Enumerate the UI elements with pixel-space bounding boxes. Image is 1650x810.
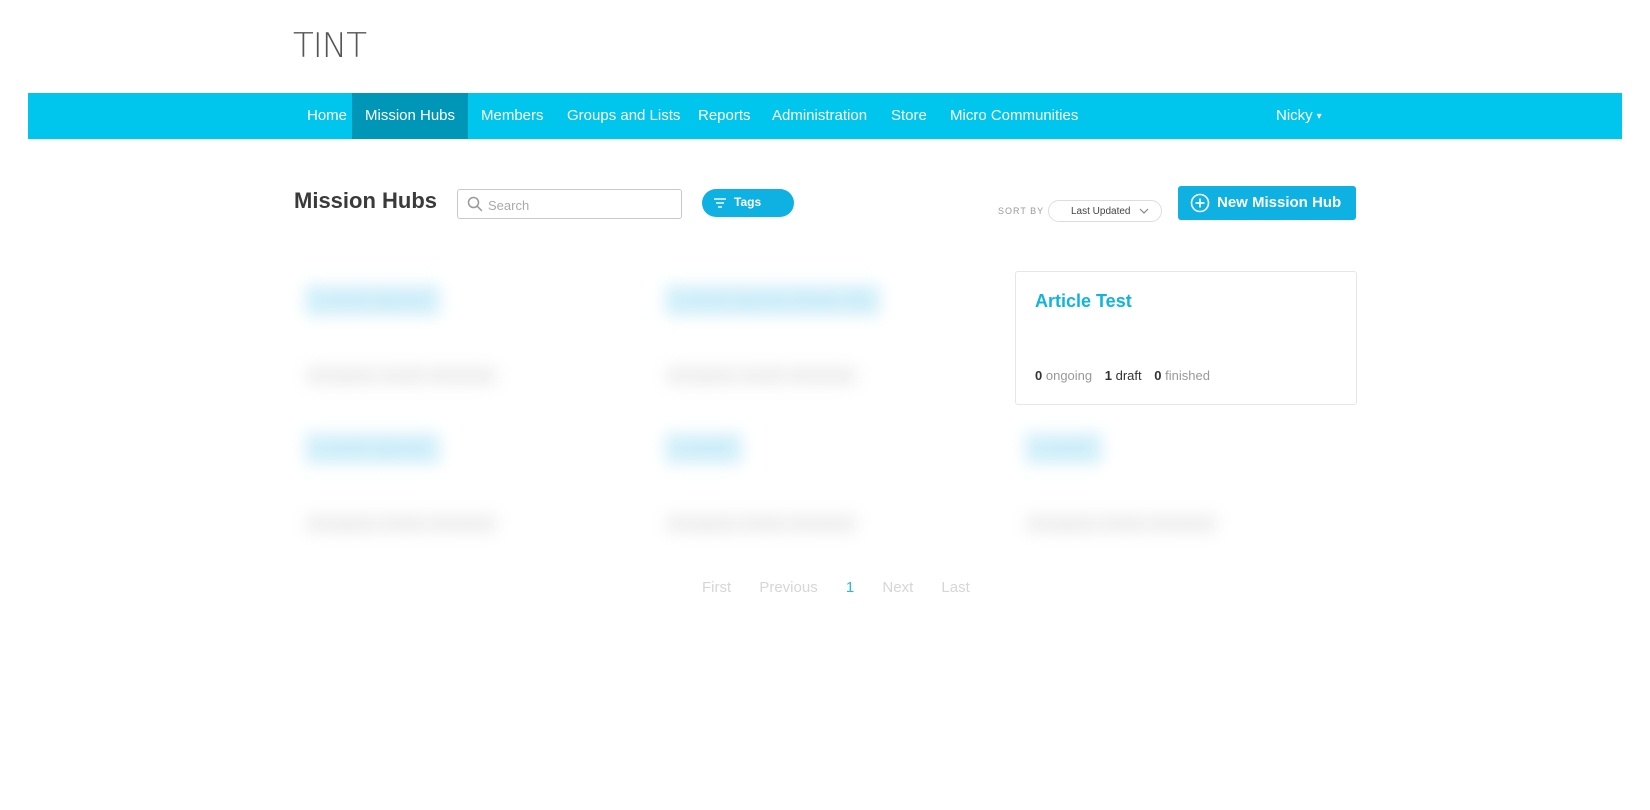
sort-by-label: SORT BY	[998, 206, 1045, 216]
tags-label: Tags	[734, 195, 762, 209]
draft-count: 1	[383, 368, 391, 383]
draft-count: 1	[1103, 516, 1111, 531]
draft-label: draft	[754, 368, 781, 383]
hub-stats: 0 ongoing 1 draft 0 finished	[1024, 512, 1219, 535]
pagination: First Previous 1 Next Last	[702, 579, 994, 596]
ongoing-count: 0	[674, 368, 682, 383]
hub-card[interactable]: Lorem Ipsum Dolor Sit 0 ongoing 1 draft …	[656, 272, 996, 405]
hub-title[interactable]: Lorem Ipsum	[304, 284, 442, 317]
pagination-page-current[interactable]: 1	[846, 579, 854, 596]
draft-label: draft	[394, 516, 421, 531]
search-icon	[467, 196, 483, 212]
nav-item-store[interactable]: Store	[878, 93, 940, 139]
hub-card[interactable]: Lorem Ipsum 0 ongoing 1 draft 0 finished	[296, 272, 636, 405]
hub-card[interactable]: Lorem 0 ongoing 1 draft 0 finished	[656, 420, 996, 553]
page-title: Mission Hubs	[294, 188, 438, 213]
nav-item-administration[interactable]: Administration	[759, 93, 880, 139]
hub-title[interactable]: Lorem Ipsum Dolor Sit	[664, 284, 882, 317]
finished-label: finished	[1164, 516, 1209, 531]
draft-count: 1	[743, 368, 751, 383]
ongoing-label: ongoing	[684, 368, 732, 383]
nav-item-home[interactable]: Home	[294, 93, 360, 139]
nav-item-mission-hubs[interactable]: Mission Hubs	[352, 93, 469, 139]
draft-label: draft	[1115, 368, 1142, 383]
draft-label: draft	[1114, 516, 1141, 531]
caret-down-icon: ▾	[1316, 111, 1322, 122]
nav-item-members[interactable]: Members	[468, 93, 557, 139]
app-logo[interactable]: TINT	[293, 26, 367, 66]
draft-count: 1	[743, 516, 751, 531]
pagination-last[interactable]: Last	[941, 579, 969, 596]
finished-label: finished	[444, 368, 489, 383]
filter-icon	[714, 198, 726, 208]
ongoing-label: ongoing	[324, 516, 372, 531]
nav-item-reports[interactable]: Reports	[685, 93, 764, 139]
draft-count: 1	[1104, 368, 1112, 383]
new-mission-hub-label: New Mission Hub	[1217, 194, 1342, 211]
finished-count: 0	[433, 516, 441, 531]
pagination-next[interactable]: Next	[882, 579, 913, 596]
ongoing-label: ongoing	[324, 368, 372, 383]
pagination-first[interactable]: First	[702, 579, 731, 596]
ongoing-count: 0	[674, 516, 682, 531]
draft-label: draft	[394, 368, 421, 383]
finished-count: 0	[793, 516, 801, 531]
search-box[interactable]	[457, 189, 682, 220]
ongoing-count: 0	[1034, 516, 1042, 531]
hub-card[interactable]: Lorem Ipsum 0 ongoing 1 draft 0 finished	[296, 420, 636, 553]
nav-item-micro-communities[interactable]: Micro Communities	[937, 93, 1091, 139]
finished-count: 0	[1154, 368, 1162, 383]
finished-count: 0	[433, 368, 441, 383]
hub-card-article-test[interactable]: Article Test 0 ongoing 1 draft 0 finishe…	[1015, 271, 1357, 405]
hub-stats: 0 ongoing 1 draft 0 finished	[1035, 368, 1210, 383]
pagination-previous[interactable]: Previous	[759, 579, 817, 596]
ongoing-count: 0	[1035, 368, 1043, 383]
finished-label: finished	[804, 368, 849, 383]
ongoing-label: ongoing	[1044, 516, 1092, 531]
hub-card[interactable]: Lorem 0 ongoing 1 draft 0 finished	[1016, 420, 1356, 553]
finished-label: finished	[444, 516, 489, 531]
chevron-down-icon	[1139, 208, 1149, 214]
user-menu[interactable]: Nicky ▾	[1263, 93, 1335, 139]
tags-filter-button[interactable]: Tags	[702, 189, 794, 217]
hub-title[interactable]: Lorem Ipsum	[304, 432, 442, 465]
draft-label: draft	[754, 516, 781, 531]
finished-label: finished	[804, 516, 849, 531]
plus-circle-icon	[1190, 193, 1210, 213]
hub-title[interactable]: Lorem	[1024, 432, 1104, 465]
ongoing-count: 0	[314, 516, 322, 531]
new-mission-hub-button[interactable]: New Mission Hub	[1178, 186, 1356, 220]
finished-count: 0	[1153, 516, 1161, 531]
hub-stats: 0 ongoing 1 draft 0 finished	[664, 512, 859, 535]
finished-label: finished	[1165, 368, 1210, 383]
draft-count: 1	[383, 516, 391, 531]
finished-count: 0	[793, 368, 801, 383]
hub-title[interactable]: Article Test	[1035, 291, 1132, 312]
ongoing-label: ongoing	[1045, 368, 1093, 383]
nav-item-groups-and-lists[interactable]: Groups and Lists	[554, 93, 693, 139]
hub-stats: 0 ongoing 1 draft 0 finished	[664, 364, 859, 387]
hub-title[interactable]: Lorem	[664, 432, 744, 465]
ongoing-count: 0	[314, 368, 322, 383]
user-name: Nicky	[1276, 107, 1313, 124]
search-input[interactable]	[486, 190, 680, 220]
main-navbar: Home Mission Hubs Members Groups and Lis…	[28, 93, 1622, 139]
ongoing-label: ongoing	[684, 516, 732, 531]
sort-value: Last Updated	[1071, 206, 1131, 217]
sort-select[interactable]: Last Updated	[1048, 200, 1162, 222]
hub-stats: 0 ongoing 1 draft 0 finished	[304, 364, 499, 387]
hub-stats: 0 ongoing 1 draft 0 finished	[304, 512, 499, 535]
